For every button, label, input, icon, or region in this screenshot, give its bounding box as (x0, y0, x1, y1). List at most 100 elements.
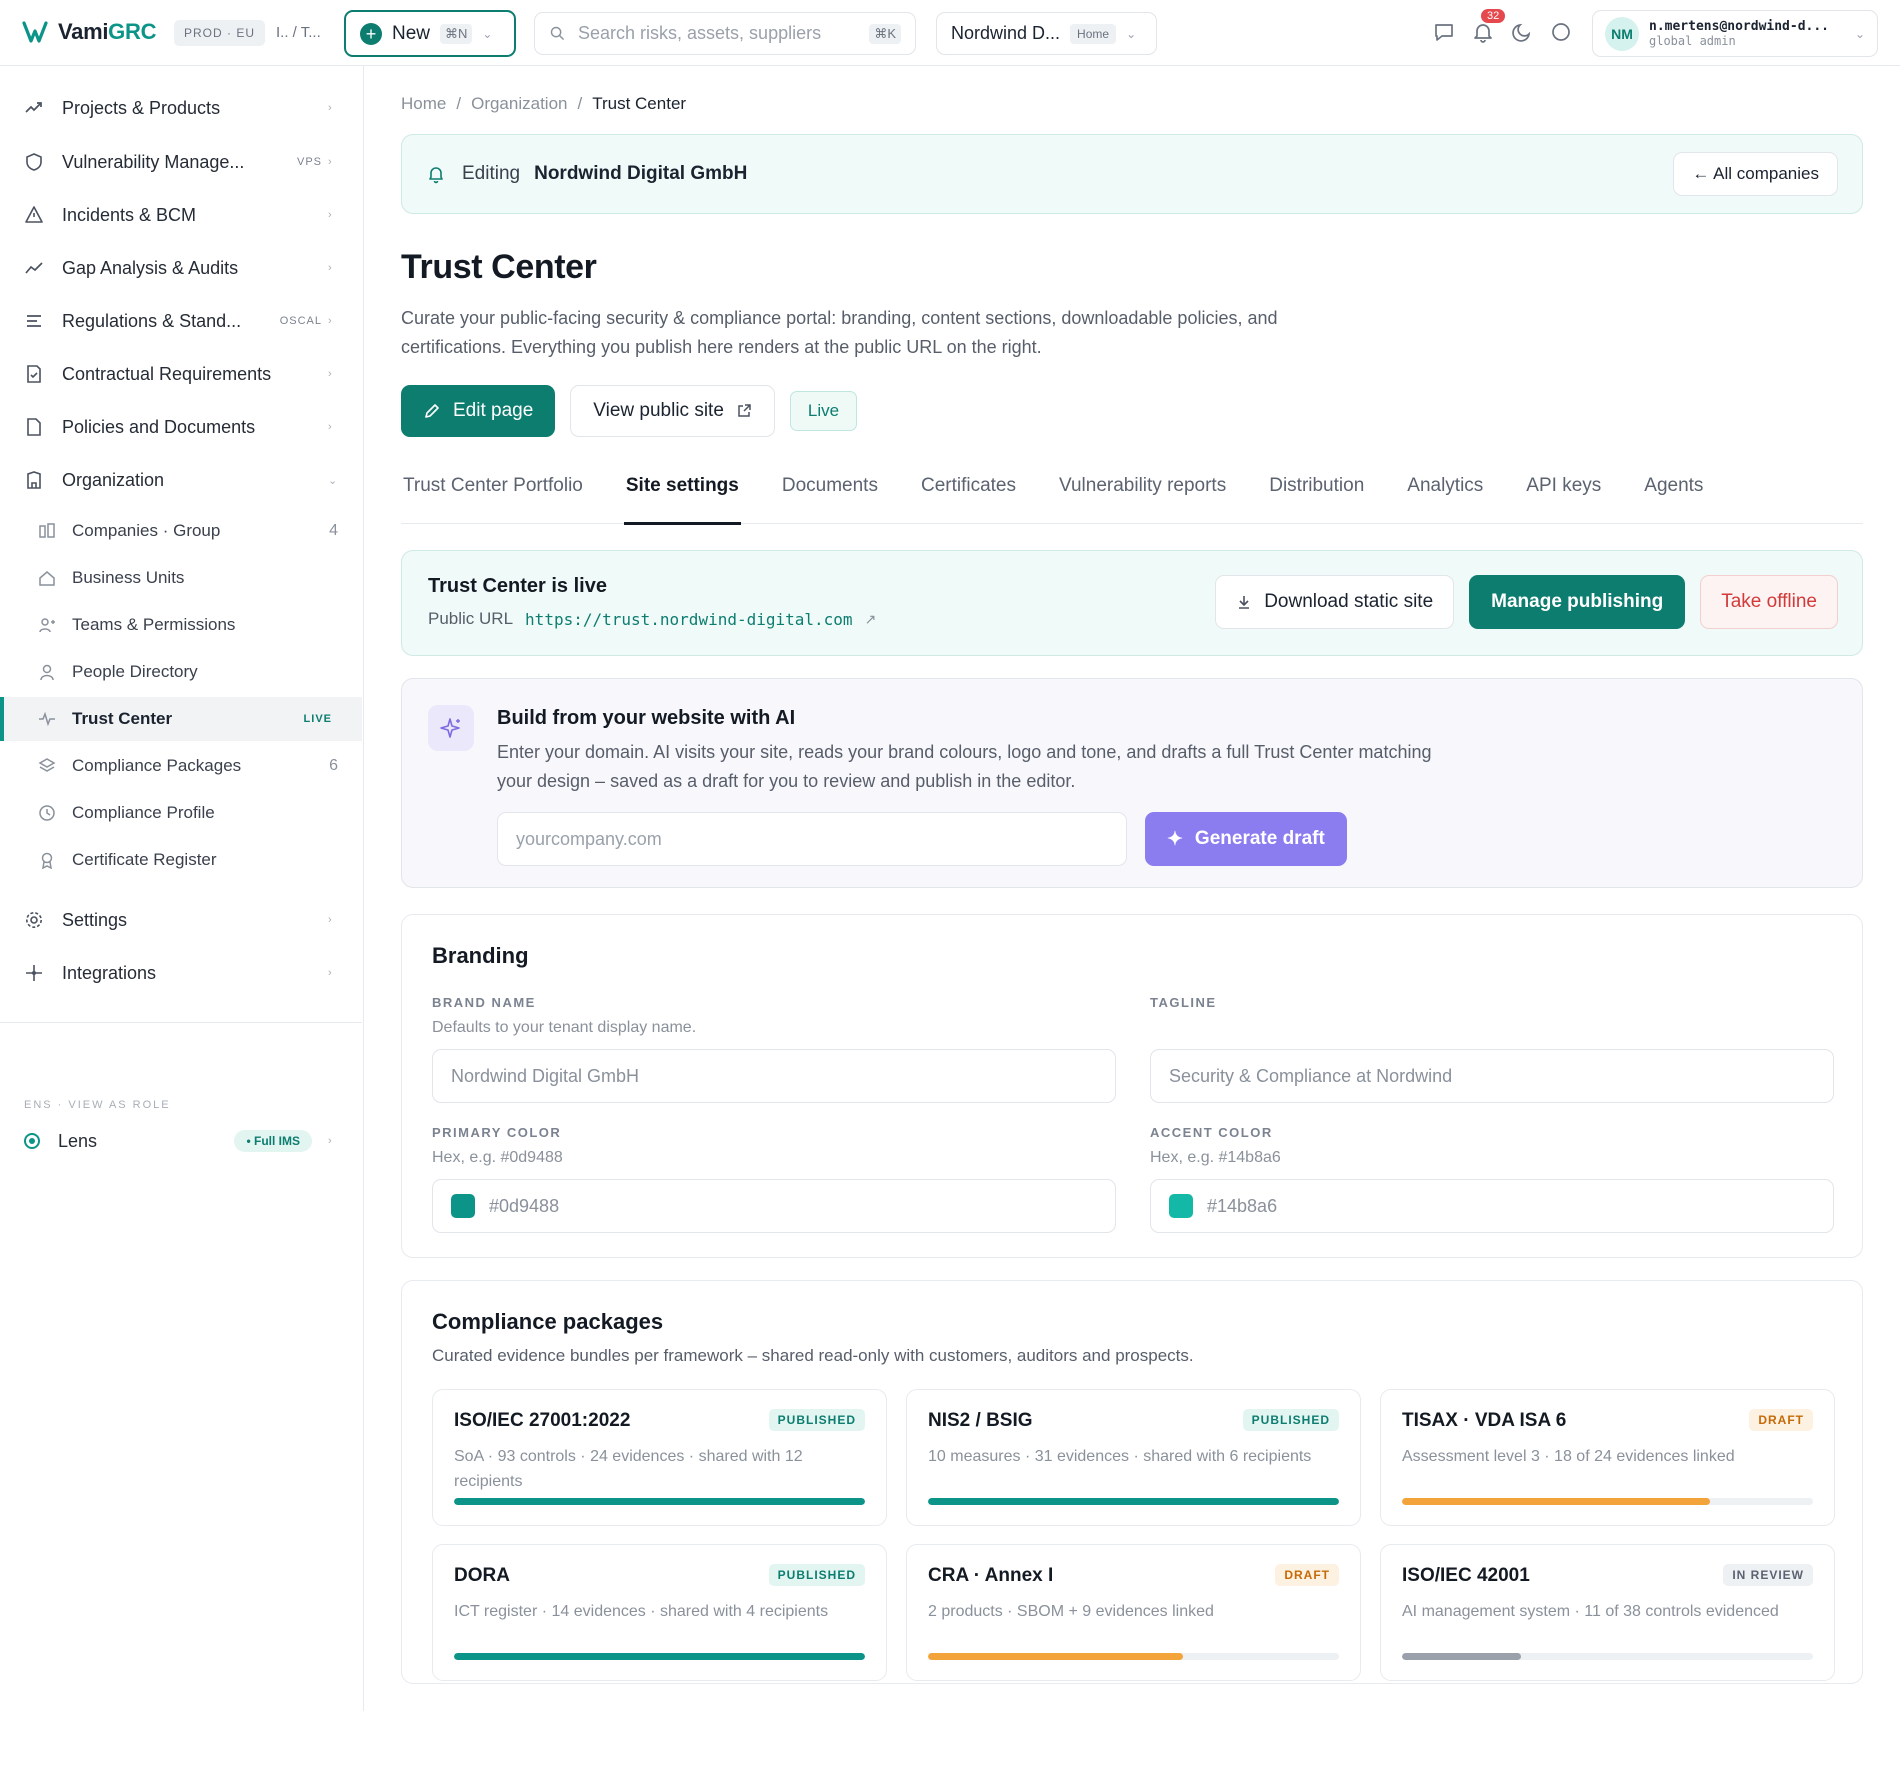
sidebar-item-incidents[interactable]: Incidents & BCM › (0, 193, 362, 237)
sidebar-item-teams[interactable]: Teams & Permissions (0, 603, 362, 647)
lens-selector[interactable]: Lens • Full IMS › (0, 1119, 362, 1163)
lens-label: Lens (58, 1130, 98, 1151)
tab-api-keys[interactable]: API keys (1524, 463, 1603, 524)
package-name: ISO/IEC 42001 (1402, 1565, 1530, 1586)
editing-company: Nordwind Digital GmbH (534, 163, 748, 184)
color-swatch[interactable] (451, 1194, 475, 1218)
sidebar-divider (0, 1022, 362, 1023)
tab-analytics[interactable]: Analytics (1405, 463, 1485, 524)
app-logo[interactable]: VamiGRC (22, 19, 156, 45)
short-breadcrumb[interactable]: I.. / T... (276, 24, 321, 41)
tab-certificates[interactable]: Certificates (919, 463, 1018, 524)
manage-publishing-button[interactable]: Manage publishing (1469, 575, 1686, 629)
tab-documents[interactable]: Documents (780, 463, 880, 524)
domain-input[interactable]: yourcompany.com (497, 812, 1127, 866)
sidebar: Projects & Products › Vulnerability Mana… (0, 66, 364, 1711)
package-card[interactable]: DORA PUBLISHED ICT register · 14 evidences… (432, 1544, 887, 1681)
accent-color-input[interactable]: #14b8a6 (1150, 1179, 1834, 1233)
download-static-site-button[interactable]: Download static site (1215, 575, 1455, 629)
sidebar-item-gap-analysis[interactable]: Gap Analysis & Audits › (0, 246, 362, 290)
sidebar-item-trust-center[interactable]: Trust Center LIVE (0, 697, 362, 741)
chevron-down-icon: ⌄ (1126, 26, 1137, 41)
breadcrumb: Home / Organization / Trust Center (401, 94, 687, 114)
new-button-label: New (392, 22, 431, 44)
chevron-right-icon: › (328, 368, 332, 380)
chevron-right-icon: › (328, 102, 332, 114)
public-url-link[interactable]: https://trust.nordwind-digital.com (525, 610, 853, 629)
context-name: Nordwind D... (951, 23, 1061, 43)
chevron-right-icon: › (328, 421, 332, 433)
primary-color-input[interactable]: #0d9488 (432, 1179, 1116, 1233)
clock-icon (39, 805, 55, 821)
package-description: Assessment level 3 · 18 of 24 evidences … (1402, 1448, 1735, 1465)
item-count: 4 (329, 522, 338, 539)
moon-icon[interactable] (1510, 20, 1534, 44)
packages-title: Compliance packages (432, 1309, 664, 1334)
search-input[interactable]: Search risks, assets, suppliers (578, 23, 857, 44)
color-swatch[interactable] (1169, 1194, 1193, 1218)
global-search[interactable]: Search risks, assets, suppliers ⌘K (534, 12, 916, 55)
generate-draft-button[interactable]: ✦ Generate draft (1145, 812, 1347, 866)
sidebar-item-compliance-profile[interactable]: Compliance Profile (0, 791, 362, 835)
download-icon (1239, 596, 1250, 609)
package-card[interactable]: ISO/IEC 27001:2022 PUBLISHED SoA · 93 cont… (432, 1389, 887, 1526)
page-title: Trust Center (401, 248, 597, 286)
package-progress-fill (928, 1653, 1183, 1660)
user-email: n.mertens@nordwind-d... (1649, 19, 1830, 34)
sidebar-item-contractual[interactable]: Contractual Requirements › (0, 352, 362, 396)
sidebar-item-compliance-packages[interactable]: Compliance Packages 6 (0, 744, 362, 788)
package-card[interactable]: TISAX · VDA ISA 6 DRAFT Assessment level 3… (1380, 1389, 1835, 1526)
package-progress-fill (1402, 1498, 1711, 1505)
users-icon (39, 618, 55, 633)
context-switcher[interactable]: Nordwind D... Home ⌄ (936, 12, 1157, 55)
sidebar-item-integrations[interactable]: Integrations › (0, 951, 362, 995)
status-circle-icon[interactable] (1549, 20, 1573, 44)
tab-agents[interactable]: Agents (1642, 463, 1705, 524)
sidebar-item-companies[interactable]: Companies · Group 4 (0, 509, 362, 553)
package-card[interactable]: ISO/IEC 42001 IN REVIEW AI management syst… (1380, 1544, 1835, 1681)
trend-icon (25, 102, 42, 113)
chart-line-icon (25, 262, 43, 274)
lens-badge: • Full IMS (234, 1130, 312, 1152)
package-progress-track (1402, 1653, 1813, 1660)
award-icon (41, 852, 53, 869)
sidebar-item-people[interactable]: People Directory (0, 650, 362, 694)
chat-icon[interactable] (1432, 20, 1456, 44)
all-companies-button[interactable]: ← All companies (1673, 152, 1838, 196)
brand-name-input[interactable]: Nordwind Digital GmbH (432, 1049, 1116, 1103)
user-menu[interactable]: NM n.mertens@nordwind-d... global admin … (1592, 10, 1878, 57)
sidebar-item-projects[interactable]: Projects & Products › (0, 86, 362, 130)
view-public-site-button[interactable]: View public site (570, 385, 775, 437)
tab-portfolio[interactable]: Trust Center Portfolio (401, 463, 585, 524)
tab-site-settings[interactable]: Site settings (623, 463, 741, 525)
edit-page-button[interactable]: Edit page (401, 385, 556, 437)
sidebar-item-business-units[interactable]: Business Units (0, 556, 362, 600)
package-progress-track (1402, 1498, 1813, 1505)
breadcrumb-organization[interactable]: Organization (471, 94, 567, 114)
sidebar-item-certificate-register[interactable]: Certificate Register (0, 838, 362, 882)
package-progress-fill (928, 1498, 1339, 1505)
top-icon-group: 32 (1432, 9, 1573, 44)
package-card[interactable]: NIS2 / BSIG PUBLISHED 10 measures · 31 evi… (906, 1389, 1361, 1526)
warning-icon (25, 206, 43, 223)
bell-icon[interactable]: 32 (1471, 9, 1506, 44)
breadcrumb-home[interactable]: Home (401, 94, 446, 114)
new-button[interactable]: + New ⌘N ⌄ (344, 10, 516, 57)
chevron-right-icon: › (328, 315, 332, 327)
package-description: 2 products · SBOM + 9 evidences linked (928, 1603, 1214, 1620)
tab-distribution[interactable]: Distribution (1267, 463, 1366, 524)
tagline-input[interactable]: Security & Compliance at Nordwind (1150, 1049, 1834, 1103)
package-card[interactable]: CRA · Annex I DRAFT 2 products · SBOM + 9 … (906, 1544, 1361, 1681)
ai-description: Enter your domain. AI visits your site, … (497, 742, 1432, 791)
sidebar-item-organization[interactable]: Organization ⌄ (0, 458, 362, 502)
tab-vulnerability-reports[interactable]: Vulnerability reports (1057, 463, 1228, 524)
chevron-right-icon: › (328, 209, 332, 221)
sidebar-item-regulations[interactable]: Regulations & Stand... OSCAL › (0, 299, 362, 343)
companies-icon (39, 523, 55, 538)
sidebar-item-settings[interactable]: Settings › (0, 898, 362, 942)
take-offline-button[interactable]: Take offline (1700, 575, 1838, 629)
gear-icon (26, 912, 42, 928)
sidebar-item-vulnerability[interactable]: Vulnerability Manage... VPS › (0, 140, 362, 184)
avatar: NM (1605, 16, 1639, 51)
sidebar-item-policies[interactable]: Policies and Documents › (0, 405, 362, 449)
